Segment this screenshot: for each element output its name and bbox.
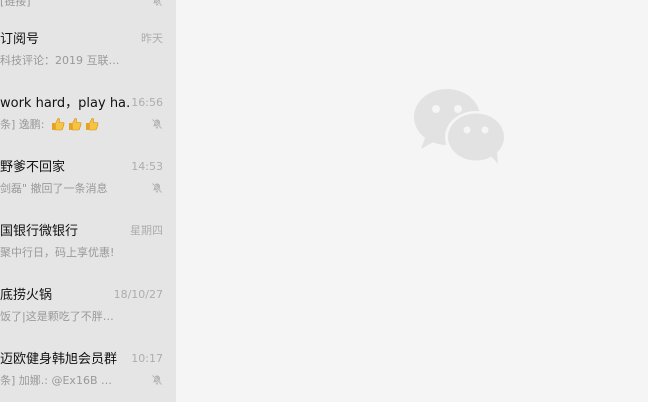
chat-item[interactable]: 迈欧健身韩旭会员群 10:17 条] 加娜.: @Ex16B …	[0, 351, 176, 402]
chat-title: 底捞火锅	[0, 288, 53, 303]
thumbs-up-icon	[69, 118, 82, 131]
chat-time: 10:17	[131, 352, 163, 365]
chat-preview: 饭了|这是颗吃了不胖…	[0, 310, 114, 323]
chat-time: 18/10/27	[113, 288, 163, 301]
chat-title: 国银行微银行	[0, 224, 79, 239]
chat-time: 星期四	[130, 224, 163, 237]
chat-preview: [链接]	[0, 0, 31, 8]
wechat-window: [链接] 订阅号 昨天 科技评论：2019 互联… work hard，play…	[0, 0, 648, 402]
bell-slash-icon	[151, 182, 163, 194]
chat-title: 订阅号	[0, 32, 40, 47]
chat-item[interactable]: 底捞火锅 18/10/27 饭了|这是颗吃了不胖…	[0, 287, 176, 351]
chat-preview-text: 条] 逸鹏:	[0, 118, 45, 131]
chat-item[interactable]: 订阅号 昨天 科技评论：2019 互联…	[0, 31, 176, 95]
bell-slash-icon	[151, 118, 163, 130]
chat-list: [链接] 订阅号 昨天 科技评论：2019 互联… work hard，play…	[0, 0, 176, 402]
chat-item[interactable]: work hard，play ha… 16:56 条] 逸鹏:	[0, 95, 176, 159]
chat-item[interactable]: 国银行微银行 星期四 聚中行日，码上享优惠!	[0, 223, 176, 287]
thumbs-up-icon	[86, 118, 99, 131]
chat-time: 昨天	[141, 32, 163, 45]
chat-title: 野爹不回家	[0, 160, 66, 175]
chat-preview: 条] 逸鹏:	[0, 117, 130, 133]
empty-chat-panel	[176, 0, 648, 402]
chat-preview: 条] 加娜.: @Ex16B …	[0, 374, 112, 387]
chat-item[interactable]: 野爹不回家 14:53 剑磊" 撤回了一条消息	[0, 159, 176, 223]
thumbs-up-icon	[52, 118, 65, 131]
wechat-logo-icon	[414, 89, 507, 164]
chat-title: 迈欧健身韩旭会员群	[0, 352, 118, 367]
chat-preview: 剑磊" 撤回了一条消息	[0, 182, 108, 195]
chat-title: work hard，play ha…	[0, 96, 130, 111]
chat-time: 14:53	[131, 160, 163, 173]
chat-preview: 科技评论：2019 互联…	[0, 54, 120, 67]
chat-time: 16:56	[131, 96, 163, 109]
bell-slash-icon	[153, 0, 163, 7]
bell-slash-icon	[151, 374, 163, 386]
chat-preview: 聚中行日，码上享优惠!	[0, 246, 115, 259]
